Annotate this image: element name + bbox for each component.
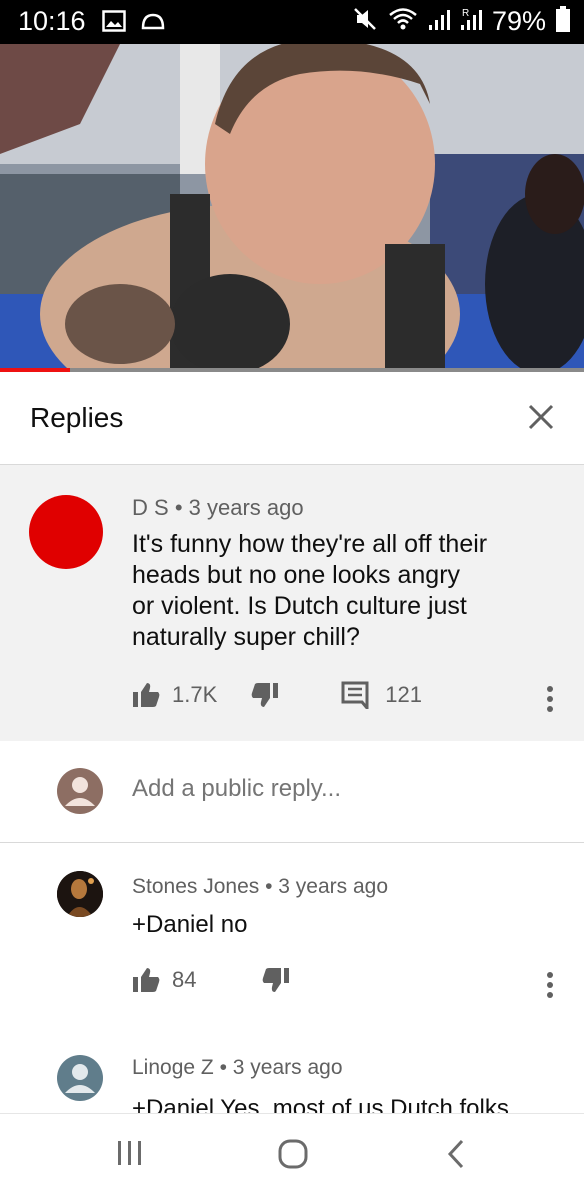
recent-apps-icon <box>118 1141 141 1165</box>
reply-item: Stones Jones • 3 years ago +Daniel no 84 <box>0 843 584 1013</box>
like-count: 1.7K <box>172 682 218 707</box>
back-button[interactable] <box>446 1138 466 1175</box>
comment-author[interactable]: D S <box>132 495 169 520</box>
add-reply-row <box>0 741 584 843</box>
dislike-button[interactable] <box>251 682 279 708</box>
like-button[interactable]: 84 <box>132 967 196 993</box>
thumbs-down-icon <box>251 683 279 707</box>
more-vertical-icon <box>547 686 553 712</box>
like-count: 84 <box>172 967 197 992</box>
reply-meta: Linoge Z • 3 years ago <box>132 1056 343 1080</box>
comment-text-line: heads but no one looks angry <box>132 561 461 589</box>
video-player[interactable] <box>0 44 584 370</box>
reply-text: +Daniel no <box>132 911 248 938</box>
more-options-button[interactable] <box>544 685 556 718</box>
thumbs-down-icon <box>263 968 290 992</box>
thumbs-up-icon <box>133 968 160 992</box>
roaming-signal-icon: R <box>460 7 482 36</box>
comment-text-line: or violent. Is Dutch culture just <box>132 592 467 620</box>
video-frame <box>0 44 584 370</box>
replies-title: Replies <box>30 402 124 433</box>
reply-author[interactable]: Linoge Z <box>132 1056 214 1079</box>
main-comment: D S • 3 years ago It's funny how they're… <box>0 465 584 741</box>
svg-text:R: R <box>462 8 469 19</box>
comment-icon <box>341 681 369 709</box>
close-button[interactable] <box>526 402 556 432</box>
comment-text-line: naturally super chill? <box>132 623 360 651</box>
reply-count-button[interactable]: 121 <box>341 681 422 709</box>
reply-meta: Stones Jones • 3 years ago <box>132 875 388 899</box>
reply-time: 3 years ago <box>278 875 389 898</box>
replies-header: Replies <box>0 372 584 465</box>
close-icon <box>528 404 554 430</box>
home-icon <box>278 1139 308 1169</box>
reply-item: Linoge Z • 3 years ago +Daniel Yes, most… <box>0 1013 584 1113</box>
recent-apps-button[interactable] <box>116 1138 144 1173</box>
reply-text: +Daniel Yes, most of us Dutch folks <box>132 1095 509 1113</box>
meta-separator: • <box>174 495 189 520</box>
comment-meta: D S • 3 years ago <box>132 495 304 521</box>
home-button[interactable] <box>277 1138 309 1175</box>
meta-separator: • <box>265 875 279 898</box>
reply-input[interactable] <box>132 775 532 803</box>
meta-separator: • <box>219 1056 233 1079</box>
wifi-icon <box>388 7 418 36</box>
user-avatar-icon <box>65 777 95 806</box>
like-button[interactable]: 1.7K <box>132 682 217 708</box>
reply-actions: 84 <box>132 967 290 993</box>
comment-actions: 1.7K 121 <box>132 681 422 709</box>
avatar[interactable] <box>57 1055 103 1101</box>
avatar[interactable] <box>29 495 103 569</box>
comment-text: It's funny how they're all off their hea… <box>132 529 532 653</box>
comment-text-line: It's funny how they're all off their <box>132 530 488 558</box>
avatar[interactable] <box>57 871 103 917</box>
dislike-button[interactable] <box>262 967 290 993</box>
mute-icon <box>352 6 378 37</box>
system-nav-bar <box>0 1113 584 1201</box>
image-icon <box>102 10 126 37</box>
user-avatar-icon <box>65 1064 95 1093</box>
more-vertical-icon <box>547 972 553 998</box>
avatar <box>57 768 103 814</box>
thumbs-up-icon <box>133 683 160 707</box>
more-options-button[interactable] <box>544 971 556 1004</box>
signal-icon <box>428 7 450 36</box>
reply-time: 3 years ago <box>232 1056 343 1079</box>
cloud-icon <box>140 12 166 35</box>
reply-author[interactable]: Stones Jones <box>132 875 259 898</box>
battery-level: 79% <box>491 6 546 36</box>
battery-icon <box>556 6 570 37</box>
comment-time: 3 years ago <box>188 495 304 520</box>
user-photo-icon <box>57 871 103 917</box>
reply-count: 121 <box>385 682 422 707</box>
status-time: 10:16 <box>18 6 86 36</box>
status-bar: 10:16 R 79% <box>0 0 584 44</box>
back-icon <box>447 1139 464 1169</box>
